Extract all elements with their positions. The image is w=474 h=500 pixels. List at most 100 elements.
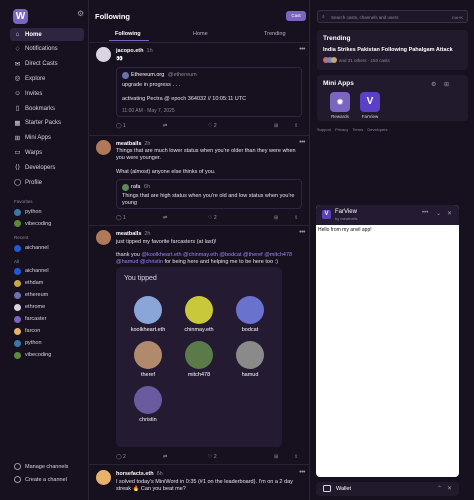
channel-item-python[interactable]: python bbox=[14, 338, 42, 348]
post-author[interactable]: horsefacts.eth bbox=[116, 471, 154, 477]
recast-button[interactable]: ⇄ bbox=[163, 123, 167, 129]
avatar[interactable] bbox=[96, 140, 111, 155]
mail-icon: ✉ bbox=[14, 60, 21, 68]
bookmark-icon[interactable]: ⊞ bbox=[274, 215, 278, 221]
recast-button[interactable]: ⇄ bbox=[163, 215, 167, 221]
channel-label: farcon bbox=[25, 328, 41, 334]
channel-item-aichannel[interactable]: aichannel bbox=[14, 243, 49, 253]
close-icon[interactable]: ✕ bbox=[447, 485, 452, 492]
sidebar-item-explore[interactable]: ◎ Explore bbox=[10, 72, 84, 85]
tipped-title: You tipped bbox=[124, 275, 157, 282]
quoted-cast[interactable]: rafa 6h Things that are high status when… bbox=[116, 179, 302, 209]
search-input[interactable]: ⌕ Search casts, channels and users Ctrl+… bbox=[317, 10, 468, 23]
tipped-user[interactable]: mitch478 bbox=[171, 341, 227, 378]
sidebar-item-direct-casts[interactable]: ✉ Direct Casts bbox=[10, 58, 84, 71]
privacy-link[interactable]: Privacy bbox=[335, 127, 348, 132]
bookmark-icon[interactable]: ⊞ bbox=[274, 123, 278, 129]
sidebar-item-mini-apps[interactable]: ⊞ Mini Apps bbox=[10, 132, 84, 145]
post-item[interactable]: jacopo.eth 1h ••• 👀 Ethereum.org @ethereu… bbox=[89, 43, 309, 136]
share-icon[interactable]: ⇪ bbox=[294, 215, 298, 221]
more-options-icon[interactable]: ••• bbox=[299, 469, 305, 476]
sidebar-item-warps[interactable]: ▭ Warps bbox=[10, 146, 84, 159]
channel-item-farcaster[interactable]: farcaster bbox=[14, 314, 46, 324]
channel-item-vibecoding[interactable]: vibecoding bbox=[14, 219, 51, 229]
tipped-user[interactable]: christin bbox=[120, 386, 176, 423]
sidebar-item-profile[interactable]: ◯ Profile bbox=[10, 176, 84, 189]
developers-link[interactable]: Developers bbox=[367, 127, 387, 132]
avatar bbox=[236, 296, 264, 324]
sidebar-item-bookmarks[interactable]: ▯ Bookmarks bbox=[10, 102, 84, 115]
tipped-user-name: koolkheart.eth bbox=[130, 327, 166, 333]
post-time: 2h bbox=[144, 231, 151, 237]
reply-button[interactable]: ◯ 1 bbox=[116, 215, 126, 221]
like-button[interactable]: ♡ 2 bbox=[208, 454, 217, 460]
channel-item-python[interactable]: python bbox=[14, 207, 42, 217]
more-options-icon[interactable]: ••• bbox=[299, 229, 305, 236]
like-button[interactable]: ♡ 2 bbox=[208, 123, 217, 129]
gear-icon[interactable]: ⚙ bbox=[77, 10, 85, 18]
share-icon[interactable]: ⇪ bbox=[294, 454, 298, 460]
rewards-app-icon[interactable]: ✹ bbox=[330, 92, 350, 112]
tipped-user[interactable]: hamud bbox=[222, 341, 278, 378]
sidebar-item-invites[interactable]: ☺ Invites bbox=[10, 87, 84, 100]
post-item[interactable]: meatballs 2h ••• Things that are much low… bbox=[89, 137, 309, 226]
trending-headline[interactable]: India Strikes Pakistan Following Pahalga… bbox=[323, 47, 453, 53]
footer-links: Support Privacy Terms Developers bbox=[317, 127, 391, 132]
reply-button[interactable]: ◯ 1 bbox=[116, 123, 126, 129]
farview-app-icon[interactable]: V bbox=[360, 92, 380, 112]
quoted-cast[interactable]: Ethereum.org @ethereum upgrade in progre… bbox=[116, 67, 302, 117]
sidebar-item-notifications[interactable]: ♢ Notifications bbox=[10, 43, 84, 56]
quote-timestamp: 11:00 AM · May 7, 2025 bbox=[122, 108, 175, 114]
tipped-user[interactable]: chinmay.eth bbox=[171, 296, 227, 333]
avatar[interactable] bbox=[96, 47, 111, 62]
more-options-icon[interactable]: ••• bbox=[422, 210, 428, 216]
chevron-up-icon[interactable]: ⌃ bbox=[437, 485, 442, 492]
bookmark-icon: ▯ bbox=[15, 105, 20, 112]
tab-trending[interactable]: Trending bbox=[264, 31, 286, 37]
more-options-icon[interactable]: ••• bbox=[299, 139, 305, 146]
post-item[interactable]: horsefacts.eth 6h ••• I solved today's Mi… bbox=[89, 466, 309, 500]
wallet-icon bbox=[323, 485, 331, 492]
grid-icon[interactable]: ⊞ bbox=[444, 81, 449, 88]
channel-item-vibecoding[interactable]: vibecoding bbox=[14, 350, 51, 360]
recast-button[interactable]: ⇄ bbox=[163, 454, 167, 460]
support-link[interactable]: Support bbox=[317, 127, 331, 132]
channel-item-ethereum[interactable]: ethereum bbox=[14, 290, 48, 300]
channel-item-ethdam[interactable]: ethdam bbox=[14, 278, 43, 288]
post-author[interactable]: meatballs bbox=[116, 141, 141, 147]
share-icon[interactable]: ⇪ bbox=[294, 123, 298, 129]
trending-meta: and 31 others · 153 casts bbox=[339, 58, 390, 63]
post-author[interactable]: jacopo.eth bbox=[116, 48, 144, 54]
create-channel-button[interactable]: Create a channel bbox=[14, 476, 67, 483]
like-button[interactable]: ♡ 2 bbox=[208, 215, 217, 221]
cast-button[interactable]: Cast bbox=[286, 11, 306, 21]
sidebar-item-starter-packs[interactable]: ▦ Starter Packs bbox=[10, 117, 84, 130]
chevron-down-icon[interactable]: ⌄ bbox=[436, 210, 441, 217]
bookmark-icon[interactable]: ⊞ bbox=[274, 454, 278, 460]
sidebar-item-home[interactable]: ⌂ Home bbox=[10, 28, 84, 41]
more-options-icon[interactable]: ••• bbox=[299, 46, 305, 53]
channel-item-farcon[interactable]: farcon bbox=[14, 326, 40, 336]
channel-item-aichannel[interactable]: aichannel bbox=[14, 266, 49, 276]
tab-following[interactable]: Following bbox=[115, 31, 141, 37]
avatar[interactable] bbox=[96, 470, 111, 485]
farcaster-logo[interactable]: W bbox=[13, 9, 28, 24]
sidebar-item-developers[interactable]: ⟨⟩ Developers bbox=[10, 161, 84, 174]
wallet-bar[interactable]: Wallet ⌃ ✕ bbox=[316, 482, 459, 496]
tipped-user[interactable]: koolkheart.eth bbox=[120, 296, 176, 333]
tipped-user[interactable]: bodcat bbox=[222, 296, 278, 333]
terms-link[interactable]: Terms bbox=[352, 127, 363, 132]
channel-item-ethrome[interactable]: ethrome bbox=[14, 302, 45, 312]
sidebar-item-label: Warps bbox=[25, 149, 43, 156]
manage-channels-button[interactable]: Manage channels bbox=[14, 463, 68, 470]
tab-home[interactable]: Home bbox=[193, 31, 208, 37]
channel-label: farcaster bbox=[25, 316, 47, 322]
avatar[interactable] bbox=[96, 230, 111, 245]
gear-icon[interactable]: ⚙ bbox=[431, 81, 436, 88]
close-icon[interactable]: ✕ bbox=[447, 210, 452, 217]
reply-button[interactable]: ◯ 2 bbox=[116, 454, 126, 460]
tipped-user[interactable]: theref bbox=[120, 341, 176, 378]
channel-icon bbox=[14, 267, 21, 275]
post-actions: ◯ 1 ⇄ ♡ 2 ⊞ ⇪ bbox=[116, 215, 304, 223]
post-author[interactable]: meatballs bbox=[116, 231, 141, 237]
